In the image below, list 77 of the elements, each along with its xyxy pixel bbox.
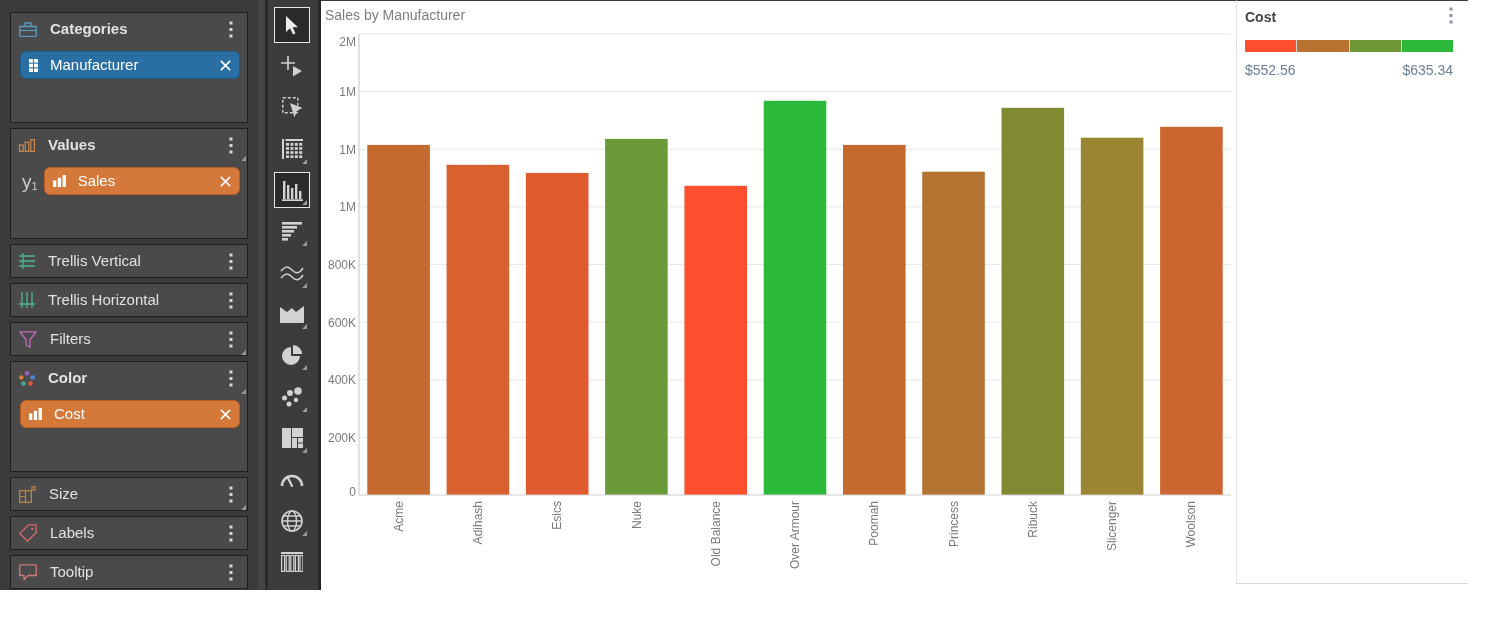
- y-tick-label: 0: [349, 485, 356, 499]
- more-options-icon[interactable]: [229, 136, 233, 154]
- tag-icon: [19, 524, 37, 542]
- section-title: Categories: [50, 18, 128, 39]
- section-title: Trellis Horizontal: [48, 289, 160, 310]
- pie-chart-icon: [281, 344, 303, 367]
- bar-chart-icon: [281, 179, 303, 202]
- more-options-icon[interactable]: [229, 524, 233, 542]
- dashed-box-arrow-icon: [281, 97, 303, 119]
- category-label: Acme: [391, 501, 406, 532]
- more-options-icon[interactable]: [229, 20, 233, 38]
- category-label: Slicenger: [1105, 501, 1120, 552]
- close-icon[interactable]: [220, 175, 231, 187]
- more-options-icon[interactable]: [229, 369, 233, 387]
- axis-label: y$_{1}$: [21, 171, 38, 191]
- category-label: Adihash: [470, 501, 485, 545]
- section-title: Size: [49, 483, 79, 504]
- columns-grid-icon: [281, 551, 303, 572]
- more-options-icon[interactable]: [229, 330, 233, 348]
- globe-icon: [281, 509, 303, 532]
- legend-max-label: $635.34: [1402, 61, 1453, 80]
- legend-min-label: $552.56: [1245, 61, 1296, 80]
- category-label: Nuke: [629, 501, 644, 529]
- y-tick-label: 2M: [339, 35, 356, 49]
- bar-chart-icon: [19, 138, 35, 152]
- y-tick-label: 1M: [339, 142, 356, 157]
- scatter-dots-icon: [281, 386, 303, 407]
- category-label: Poomah: [867, 501, 882, 546]
- category-label: Woolson: [1184, 501, 1199, 548]
- more-options-icon[interactable]: [1449, 7, 1453, 24]
- plus-arrow-icon: [281, 55, 303, 77]
- bar-chart-icon: [52, 175, 66, 187]
- pointer-icon: [285, 15, 299, 35]
- funnel-icon: [19, 330, 37, 348]
- y-tick-label: 200K: [327, 430, 356, 445]
- y-tick-label: 1M: [339, 85, 356, 100]
- section-title: Trellis Vertical: [48, 250, 141, 271]
- briefcase-icon: [19, 21, 37, 37]
- speech-bubble-icon: [19, 563, 37, 581]
- rows-icon: [19, 253, 35, 269]
- tool-button[interactable]: [274, 7, 310, 43]
- field-pill[interactable]: Cost: [20, 400, 240, 428]
- category-label: Old Balance: [708, 501, 723, 567]
- category-label: Esics: [550, 501, 565, 530]
- y-tick-label: 800K: [327, 258, 356, 272]
- grid-icon: [29, 58, 38, 72]
- more-options-icon[interactable]: [229, 485, 233, 503]
- y-tick-label: 600K: [327, 315, 356, 330]
- category-label: Over Armour: [788, 501, 802, 569]
- treemap-icon: [281, 427, 303, 448]
- chart-title: Sales by Manufacturer: [324, 6, 466, 25]
- close-icon[interactable]: [220, 59, 231, 71]
- more-options-icon[interactable]: [229, 252, 233, 270]
- columns-icon: [19, 292, 35, 308]
- squares-icon: [19, 485, 36, 503]
- bar-chart-icon: [29, 408, 42, 420]
- legend-title: Cost: [1245, 8, 1277, 27]
- wave-lines-icon: [280, 264, 304, 281]
- field-pill[interactable]: Manufacturer: [20, 51, 240, 79]
- field-pill[interactable]: Sales: [43, 167, 240, 195]
- tool-button[interactable]: [274, 172, 310, 209]
- section-title: Labels: [50, 522, 95, 543]
- area-chart-icon: [280, 305, 304, 324]
- section-title: Filters: [50, 328, 91, 349]
- more-options-icon[interactable]: [229, 563, 233, 581]
- category-label: Ribuck: [1025, 501, 1040, 538]
- table-icon: [281, 138, 303, 159]
- more-options-icon[interactable]: [229, 291, 233, 309]
- y-tick-label: 1M: [339, 200, 356, 215]
- section-title: Tooltip: [50, 561, 94, 582]
- close-icon[interactable]: [220, 408, 231, 420]
- category-label: Princess: [946, 501, 961, 547]
- section-title: Color: [48, 367, 88, 388]
- y-tick-label: 400K: [327, 373, 356, 388]
- section-title: Values: [48, 134, 96, 155]
- horizontal-bars-icon: [282, 222, 302, 241]
- dots-icon: [19, 370, 35, 386]
